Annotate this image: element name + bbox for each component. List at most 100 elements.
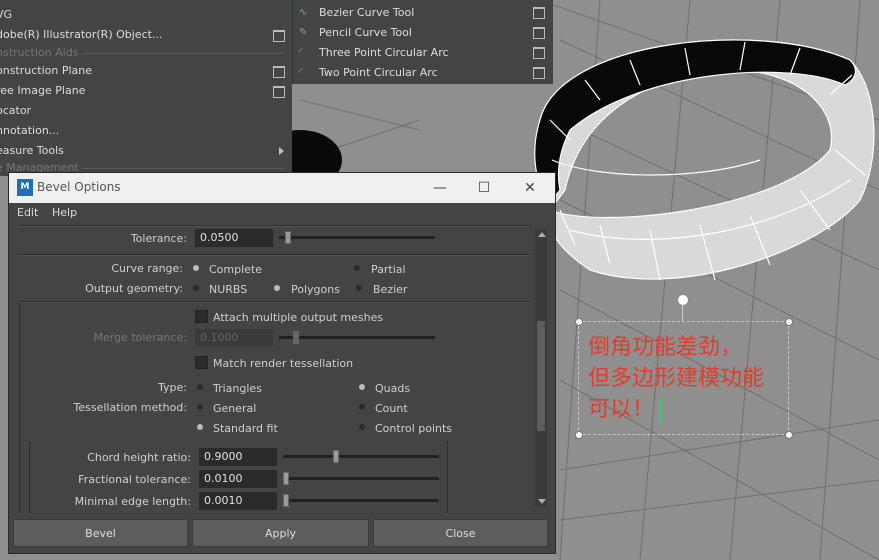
- bevel-button[interactable]: Bevel: [13, 519, 188, 547]
- slider-handle[interactable]: [285, 231, 291, 244]
- radio-label: Triangles: [213, 382, 262, 395]
- curve-range-label: Curve range:: [111, 262, 183, 275]
- submenu-arrow-icon: [279, 147, 284, 155]
- radio-bezier[interactable]: [354, 283, 365, 294]
- apply-button[interactable]: Apply: [192, 519, 369, 547]
- option-box-icon[interactable]: [533, 27, 545, 39]
- tolerance-field[interactable]: 0.0500: [195, 229, 273, 247]
- attach-multiple-checkbox[interactable]: [195, 310, 208, 323]
- rotate-handle-line: [682, 305, 683, 321]
- chord-height-ratio-label: Chord height ratio:: [87, 451, 191, 464]
- chord-height-ratio-slider[interactable]: [283, 450, 439, 463]
- dialog-titlebar[interactable]: M Bevel Options — ☐ ✕: [9, 173, 555, 203]
- slider-handle[interactable]: [283, 472, 289, 485]
- radio-label: Standard fit: [213, 422, 278, 435]
- scroll-up-icon[interactable]: [538, 232, 546, 237]
- annotation-text[interactable]: 倒角功能差劲， 但多边形建模功能 可以！: [588, 332, 788, 425]
- close-button[interactable]: Close: [373, 519, 548, 547]
- two-point-arc-icon: ◜: [299, 67, 303, 78]
- frame-line: [447, 441, 448, 513]
- menu-item-construction-plane[interactable]: onstruction Plane: [0, 61, 292, 81]
- curve-tools-menu: ∿ Bezier Curve Tool ✎ Pencil Curve Tool …: [292, 0, 553, 84]
- bezier-curve-icon: ∿: [299, 7, 308, 18]
- resize-handle[interactable]: [575, 318, 583, 326]
- radio-polygons[interactable]: [272, 283, 283, 294]
- radio-standard-fit[interactable]: [195, 422, 206, 433]
- create-menu: VG dobe(R) Illustrator(R) Object... nstr…: [0, 0, 292, 176]
- slider-handle[interactable]: [283, 494, 289, 507]
- scroll-thumb[interactable]: [537, 321, 545, 431]
- menu-section-label: nstruction Aids: [0, 46, 79, 59]
- radio-nurbs[interactable]: [191, 283, 202, 294]
- resize-handle[interactable]: [785, 431, 793, 439]
- radio-dot: [274, 285, 280, 291]
- slider-handle[interactable]: [333, 450, 339, 463]
- annotation-line: 倒角功能差劲，: [588, 335, 743, 360]
- radio-dot: [359, 424, 365, 430]
- menu-edit[interactable]: Edit: [17, 206, 38, 219]
- divider: [19, 301, 531, 303]
- dialog-menubar: Edit Help: [9, 203, 555, 223]
- menu-item-bezier-curve-tool[interactable]: ∿ Bezier Curve Tool: [293, 3, 553, 23]
- tolerance-slider[interactable]: [279, 231, 435, 244]
- maya-logo-icon: M: [17, 179, 33, 196]
- dialog-scrollbar[interactable]: [535, 229, 547, 507]
- close-window-button[interactable]: ✕: [515, 177, 545, 199]
- menu-section-construction-aids: nstruction Aids: [0, 43, 292, 63]
- chord-height-ratio-field[interactable]: 0.9000: [199, 448, 277, 466]
- menu-item-label: Pencil Curve Tool: [319, 26, 412, 39]
- menu-item-label: onstruction Plane: [0, 64, 93, 77]
- minimize-button[interactable]: —: [425, 177, 455, 199]
- menu-help[interactable]: Help: [52, 206, 77, 219]
- dialog-content: Tolerance: 0.0500 Curve range: Complete …: [9, 223, 555, 513]
- fractional-tolerance-field[interactable]: 0.0100: [199, 470, 277, 488]
- radio-triangles[interactable]: [195, 382, 206, 393]
- menu-item-two-point-arc[interactable]: ◜ Two Point Circular Arc: [293, 63, 553, 83]
- radio-dot: [359, 384, 365, 390]
- menu-item-locator[interactable]: ocator: [0, 101, 292, 121]
- resize-handle[interactable]: [575, 431, 583, 439]
- radio-label: General: [213, 402, 257, 415]
- minimal-edge-length-slider[interactable]: [283, 494, 439, 507]
- attach-multiple-label: Attach multiple output meshes: [213, 311, 384, 324]
- menu-item-label: Two Point Circular Arc: [319, 66, 438, 79]
- menu-item-annotation[interactable]: nnotation...: [0, 121, 292, 141]
- maximize-button[interactable]: ☐: [469, 177, 499, 199]
- option-box-icon[interactable]: [533, 67, 545, 79]
- minimal-edge-length-label: Minimal edge length:: [74, 495, 191, 508]
- rotate-handle[interactable]: [677, 294, 689, 306]
- menu-divider: [82, 53, 284, 54]
- fractional-tolerance-slider[interactable]: [283, 472, 439, 485]
- divider: [19, 225, 531, 227]
- menu-item-label: dobe(R) Illustrator(R) Object...: [0, 28, 163, 41]
- option-box-icon[interactable]: [273, 86, 285, 98]
- option-box-icon[interactable]: [273, 30, 285, 42]
- menu-item-illustrator-object[interactable]: dobe(R) Illustrator(R) Object...: [0, 25, 292, 45]
- radio-count[interactable]: [357, 402, 368, 413]
- menu-divider: [82, 168, 284, 169]
- tolerance-label: Tolerance:: [130, 232, 187, 245]
- option-box-icon[interactable]: [533, 47, 545, 59]
- menu-item-pencil-curve-tool[interactable]: ✎ Pencil Curve Tool: [293, 23, 553, 43]
- divider: [19, 254, 531, 256]
- radio-label: NURBS: [209, 283, 248, 296]
- radio-control-points[interactable]: [357, 422, 368, 433]
- menu-item-three-point-arc[interactable]: ◜ Three Point Circular Arc: [293, 43, 553, 63]
- scroll-down-icon[interactable]: [538, 499, 546, 504]
- menu-item-svg[interactable]: VG: [0, 5, 292, 25]
- frame-line: [19, 303, 20, 513]
- menu-item-free-image-plane[interactable]: ree Image Plane: [0, 81, 292, 101]
- minimal-edge-length-field[interactable]: 0.0010: [199, 492, 277, 510]
- radio-partial[interactable]: [352, 263, 363, 274]
- radio-general[interactable]: [195, 402, 206, 413]
- menu-item-label: ree Image Plane: [0, 84, 86, 97]
- radio-quads[interactable]: [357, 382, 368, 393]
- dialog-title: Bevel Options: [37, 180, 121, 194]
- radio-dot: [356, 285, 362, 291]
- radio-complete[interactable]: [191, 263, 202, 274]
- option-box-icon[interactable]: [533, 7, 545, 19]
- option-box-icon[interactable]: [273, 66, 285, 78]
- radio-dot: [197, 384, 203, 390]
- resize-handle[interactable]: [785, 318, 793, 326]
- match-render-checkbox[interactable]: [195, 356, 208, 369]
